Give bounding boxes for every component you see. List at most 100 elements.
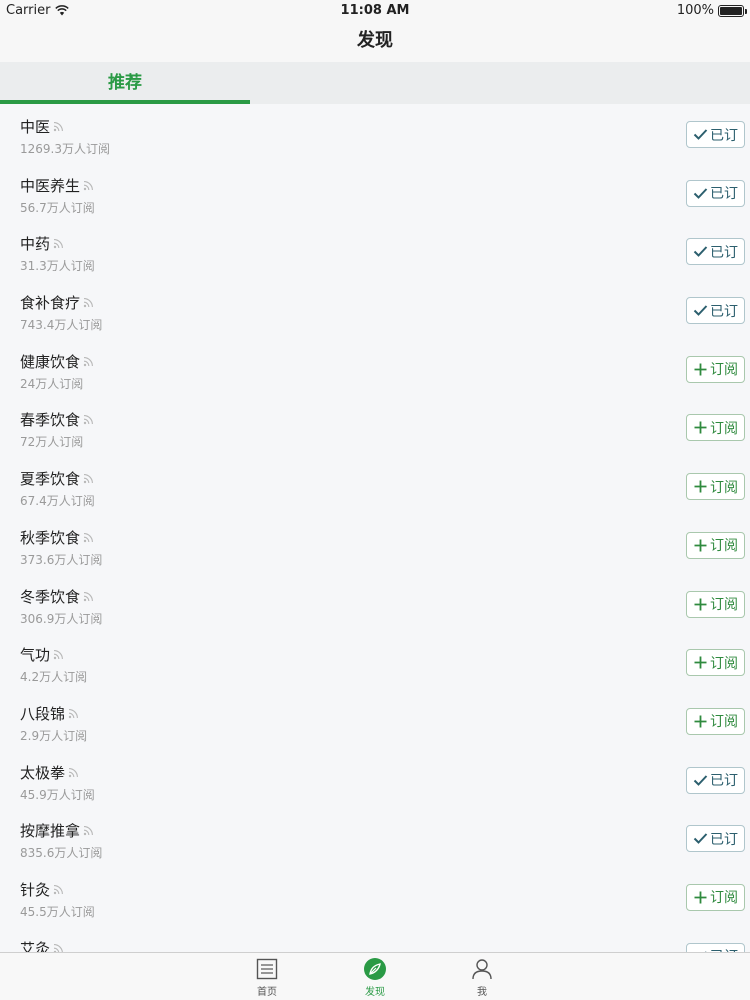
channel-row[interactable]: 太极拳 45.9万人订阅 已订 — [0, 750, 750, 809]
subscriber-count: 306.9万人订阅 — [20, 611, 103, 626]
check-icon — [693, 244, 708, 259]
channel-row[interactable]: 食补食疗 743.4万人订阅 已订 — [0, 280, 750, 339]
subscribe-button[interactable]: 订阅 — [686, 883, 745, 911]
channel-row[interactable]: 秋季饮食 373.6万人订阅 订阅 — [0, 515, 750, 574]
subscribed-button[interactable]: 已订 — [686, 121, 745, 148]
channel-row[interactable]: 八段锦 2.9万人订阅 订阅 — [0, 691, 750, 750]
subscriber-count: 373.6万人订阅 — [20, 552, 103, 567]
check-icon — [693, 831, 708, 846]
rss-icon — [53, 884, 64, 895]
channel-row[interactable]: 按摩推拿 835.6万人订阅 已订 — [0, 808, 750, 867]
clock: 11:08 AM — [340, 3, 410, 18]
subscribe-button[interactable]: 订阅 — [686, 473, 745, 501]
tab-me-label: 我 — [477, 987, 487, 998]
tab-discover[interactable]: 发现 — [345, 957, 405, 998]
document-icon — [256, 958, 278, 980]
check-icon — [693, 127, 708, 142]
subscriber-count: 31.3万人订阅 — [20, 259, 95, 274]
battery-icon — [718, 4, 747, 17]
channel-row[interactable]: 艾灸 已订 — [0, 926, 750, 952]
check-icon — [693, 186, 708, 201]
subscribe-label: 订阅 — [710, 420, 738, 437]
subscribe-button[interactable]: 订阅 — [686, 355, 745, 383]
subscribe-button[interactable]: 订阅 — [686, 707, 745, 735]
channel-name: 八段锦 — [20, 704, 66, 723]
rss-icon — [83, 532, 94, 543]
subscribe-label: 订阅 — [710, 479, 738, 496]
battery-percent: 100% — [676, 3, 714, 18]
subscribed-button[interactable]: 已订 — [686, 825, 745, 853]
subscribe-button[interactable]: 订阅 — [686, 531, 745, 559]
channel-title: 八段锦 — [20, 703, 79, 724]
channel-title: 气功 — [20, 644, 64, 665]
subscriber-count: 45.5万人订阅 — [20, 904, 95, 919]
subscribe-label: 订阅 — [710, 714, 738, 731]
subscribe-button[interactable]: 订阅 — [686, 649, 745, 677]
rss-icon — [83, 473, 94, 484]
channel-row[interactable]: 冬季饮食 306.9万人订阅 订阅 — [0, 574, 750, 633]
subscribe-label: 已订 — [710, 773, 738, 790]
plus-icon — [693, 597, 708, 612]
channel-name: 按摩推拿 — [20, 822, 81, 841]
channel-title: 健康饮食 — [20, 351, 94, 372]
subscriber-count: 4.2万人订阅 — [20, 670, 88, 685]
subscribe-button[interactable]: 订阅 — [686, 414, 745, 442]
channel-title: 按摩推拿 — [20, 820, 94, 841]
channel-row[interactable]: 中药 31.3万人订阅 已订 — [0, 221, 750, 280]
plus-icon — [693, 538, 708, 553]
rss-icon — [83, 180, 94, 191]
tab-me[interactable]: 我 — [452, 957, 512, 998]
channel-title: 中医 — [20, 116, 64, 137]
subscribe-label: 订阅 — [710, 890, 738, 907]
channel-row[interactable]: 中医养生 56.7万人订阅 已订 — [0, 163, 750, 222]
navigation-bar: 发现 — [0, 22, 750, 62]
channel-name: 中医养生 — [20, 176, 81, 195]
subscribed-button[interactable]: 已订 — [686, 297, 745, 325]
subscribed-button[interactable]: 已订 — [686, 179, 745, 207]
subscribe-label: 已订 — [710, 303, 738, 320]
check-icon — [693, 773, 708, 788]
channel-row[interactable]: 气功 4.2万人订阅 订阅 — [0, 632, 750, 691]
channel-name: 中药 — [20, 235, 51, 254]
channel-title: 太极拳 — [20, 762, 79, 783]
subscribe-button[interactable]: 订阅 — [686, 590, 745, 618]
channel-list[interactable]: 中医 1269.3万人订阅 已订 中医养生 56.7万人订阅 已订 中药 31.3万人订阅 已订… — [0, 104, 750, 952]
channel-row[interactable]: 健康饮食 24万人订阅 订阅 — [0, 339, 750, 398]
rss-icon — [53, 121, 64, 132]
subscribe-label: 已订 — [710, 127, 738, 144]
channel-row[interactable]: 中医 1269.3万人订阅 已订 — [0, 104, 750, 163]
tab-discover-label: 发现 — [365, 987, 385, 998]
channel-name: 冬季饮食 — [20, 587, 81, 606]
subscribed-button[interactable]: 已订 — [686, 766, 745, 794]
channel-title: 冬季饮食 — [20, 586, 94, 607]
channel-title: 秋季饮食 — [20, 527, 94, 548]
subscribed-button[interactable]: 已订 — [686, 238, 745, 266]
plus-icon — [693, 655, 708, 670]
channel-name: 春季饮食 — [20, 411, 81, 430]
channel-row[interactable]: 春季饮食 72万人订阅 订阅 — [0, 397, 750, 456]
channel-title: 中药 — [20, 233, 64, 254]
rss-icon — [53, 649, 64, 660]
channel-title: 春季饮食 — [20, 409, 94, 430]
category-tabs: 推荐 — [0, 62, 750, 104]
channel-row[interactable]: 夏季饮食 67.4万人订阅 订阅 — [0, 456, 750, 515]
subscriber-count: 835.6万人订阅 — [20, 846, 103, 861]
channel-title: 艾灸 — [20, 938, 64, 952]
rss-icon — [83, 297, 94, 308]
tab-home[interactable]: 首页 — [237, 957, 297, 998]
rss-icon — [68, 767, 79, 778]
battery-indicator: 100% — [676, 3, 747, 18]
subscribe-label: 已订 — [710, 831, 738, 848]
channel-name: 夏季饮食 — [20, 470, 81, 489]
channel-name: 太极拳 — [20, 763, 66, 782]
channel-name: 艾灸 — [20, 939, 51, 952]
bottom-tab-bar: 首页 发现 我 — [0, 952, 750, 1000]
page-title: 发现 — [357, 30, 393, 51]
status-bar: Carrier 11:08 AM 100% — [0, 0, 750, 22]
channel-row[interactable]: 针灸 45.5万人订阅 订阅 — [0, 867, 750, 926]
subscriber-count: 1269.3万人订阅 — [20, 142, 110, 156]
channel-name: 食补食疗 — [20, 294, 81, 313]
tab-recommended[interactable]: 推荐 — [0, 62, 250, 104]
subscribed-button[interactable]: 已订 — [686, 942, 745, 952]
channel-title: 食补食疗 — [20, 292, 94, 313]
